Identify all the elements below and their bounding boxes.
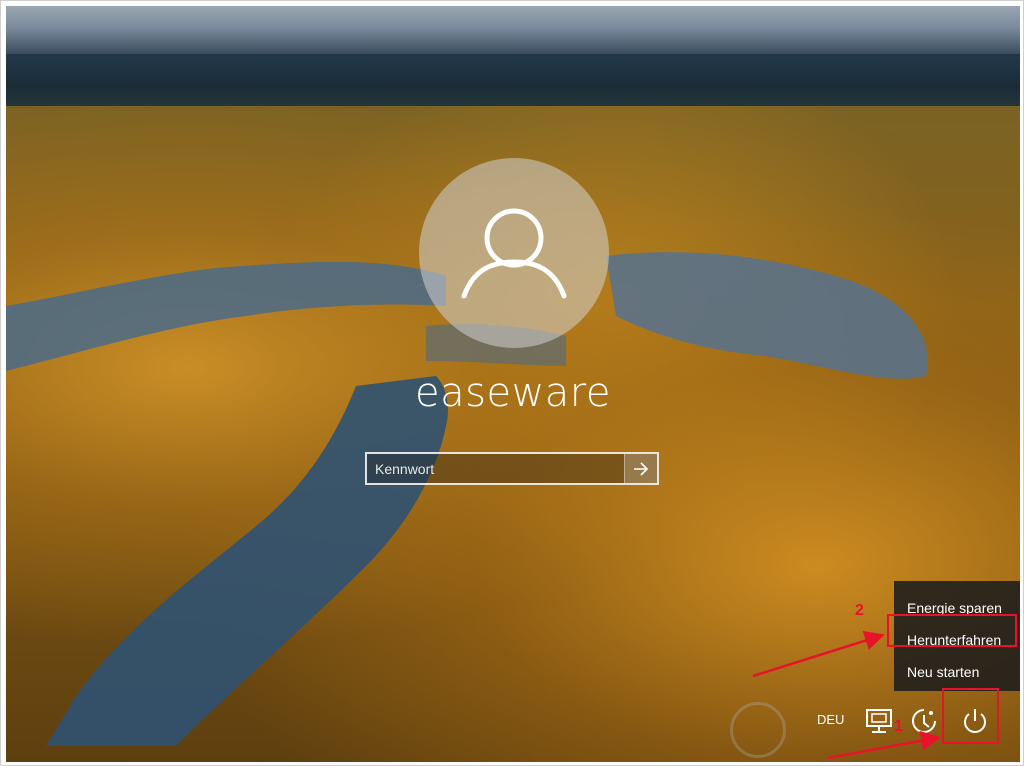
lock-screen: easeware Energie sparen Herunterfahren N… <box>6 6 1020 762</box>
annotation-arrow-2 <box>752 630 885 678</box>
annotation-arrows <box>752 630 941 760</box>
screenshot-frame: easeware Energie sparen Herunterfahren N… <box>0 0 1024 766</box>
annotation-arrow-1 <box>827 730 941 760</box>
